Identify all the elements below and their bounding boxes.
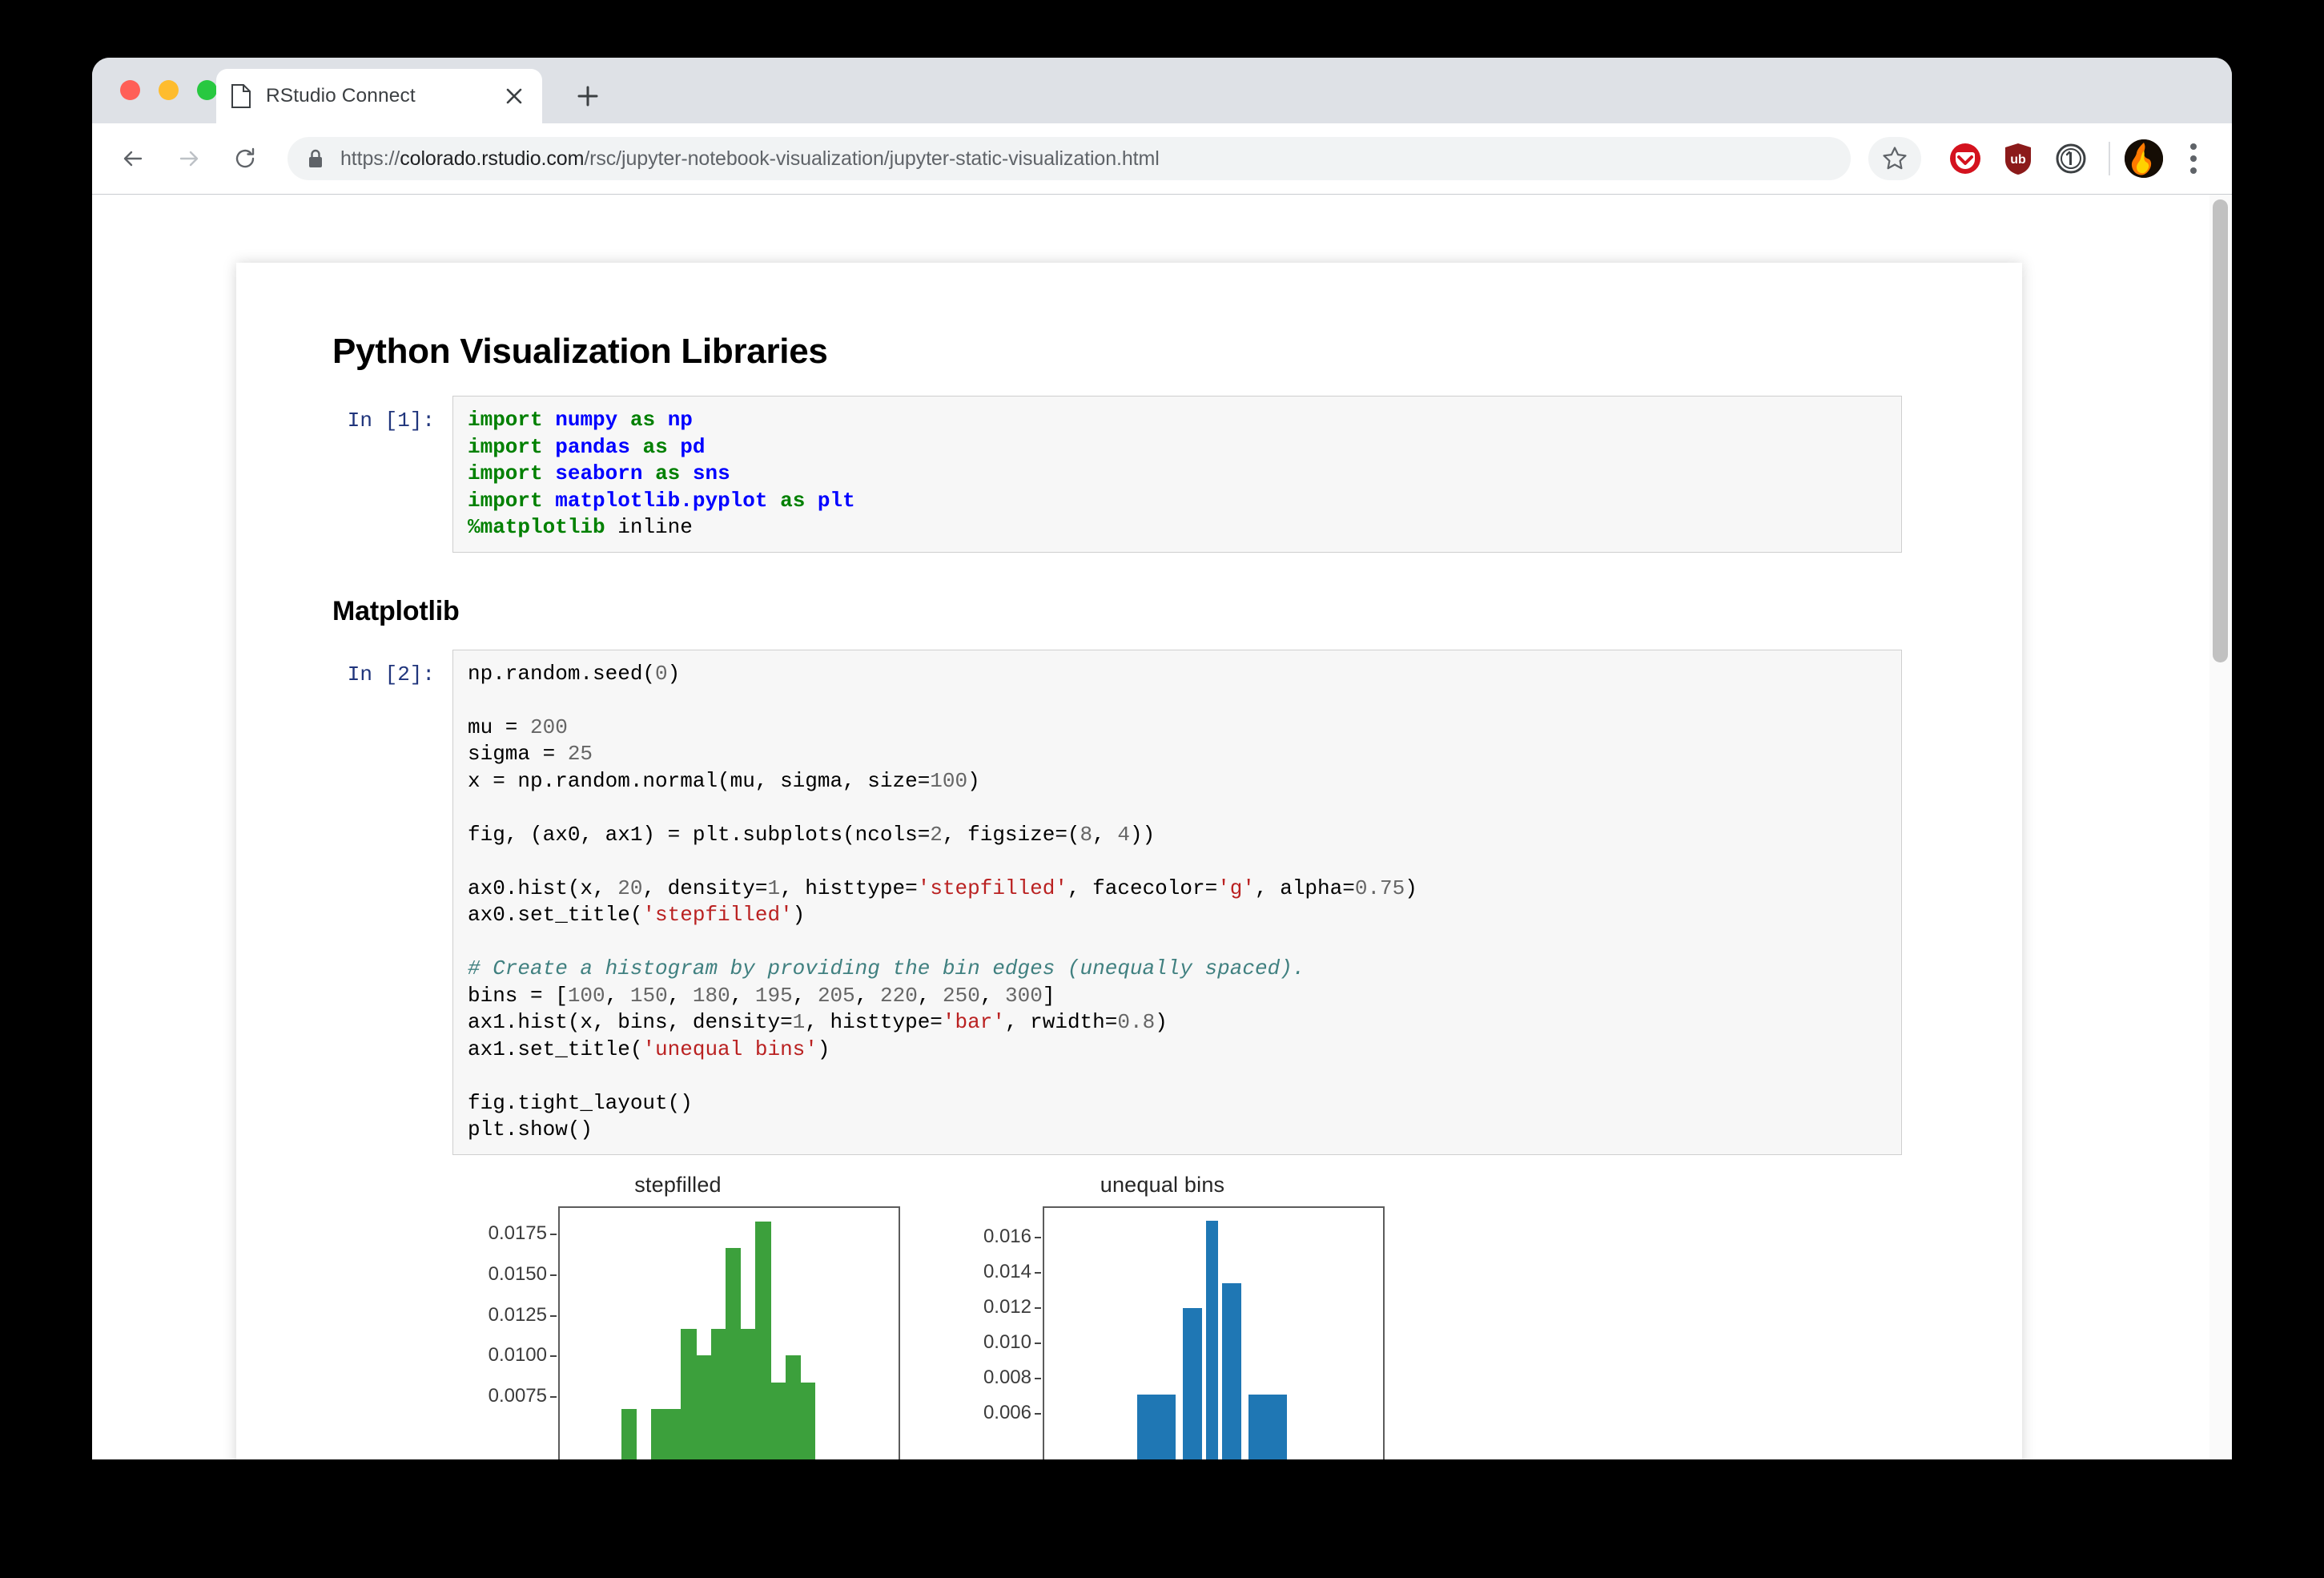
histogram-bar (681, 1328, 697, 1459)
url-path: /rsc/jupyter-notebook-visualization/jupy… (584, 147, 1160, 170)
notebook-container: Python Visualization Libraries In [1]: i… (236, 263, 2022, 1459)
histogram-bar (1182, 1307, 1202, 1459)
y-tick-label: 0.0175 (488, 1222, 557, 1245)
histogram-bar (740, 1328, 756, 1459)
page-scrollbar[interactable] (2209, 195, 2232, 1459)
code-text: np.random.seed(0) mu = 200 sigma = 25 x … (468, 661, 1417, 1142)
y-tick-label: 0.012 (983, 1295, 1042, 1318)
code-editor[interactable]: np.random.seed(0) mu = 200 sigma = 25 x … (452, 649, 1902, 1155)
histogram-bar (665, 1409, 682, 1459)
y-tick-label: 0.0075 (488, 1385, 557, 1407)
histogram-bar (710, 1328, 726, 1459)
url-scheme: https:// (340, 147, 400, 170)
code-cell-1: In [1]: import numpy as np import pandas… (332, 396, 1902, 553)
page-title: Python Visualization Libraries (332, 332, 828, 371)
plot-area (558, 1206, 900, 1459)
histogram-bar (800, 1383, 816, 1459)
code-cell-2: In [2]: np.random.seed(0) mu = 200 sigma… (332, 649, 1902, 1155)
bookmark-star-icon[interactable] (1868, 137, 1921, 180)
y-tick-label: 0.010 (983, 1330, 1042, 1353)
toolbar-divider (2109, 142, 2110, 175)
address-bar[interactable]: https://colorado.rstudio.com/rsc/jupyter… (287, 137, 1851, 180)
subplot-title: unequal bins (1100, 1172, 1225, 1197)
histogram-bar (621, 1409, 637, 1459)
y-tick-label: 0.0150 (488, 1262, 557, 1285)
histogram-bar (1205, 1220, 1219, 1459)
cell-output-figure: stepfilled 0.0075 0.0100 0.0125 0.0150 0.017… (332, 1172, 1902, 1460)
histogram-bar (651, 1409, 667, 1459)
subplot-title: stepfilled (634, 1172, 722, 1197)
section-heading-matplotlib: Matplotlib (332, 595, 460, 626)
matplotlib-figure: stepfilled 0.0075 0.0100 0.0125 0.0150 0.017… (452, 1172, 1385, 1460)
lock-icon (307, 148, 324, 169)
page-viewport: Python Visualization Libraries In [1]: i… (92, 195, 2232, 1459)
histogram-bar (1222, 1283, 1242, 1459)
back-button[interactable] (111, 137, 155, 180)
y-tick-label: 0.016 (983, 1225, 1042, 1247)
close-window-button[interactable] (120, 80, 140, 100)
chrome-menu-icon[interactable] (2176, 139, 2211, 179)
ublock-origin-icon[interactable]: ub (1998, 139, 2038, 179)
new-tab-button[interactable] (569, 77, 607, 115)
histogram-bar (1248, 1395, 1288, 1459)
histogram-bar (770, 1383, 786, 1459)
maximize-window-button[interactable] (197, 80, 217, 100)
tab-title: RStudio Connect (266, 85, 416, 107)
minimize-window-button[interactable] (159, 80, 179, 100)
histogram-bar (726, 1248, 742, 1459)
tab-strip: RStudio Connect (92, 58, 2232, 123)
histogram-bar (1136, 1395, 1176, 1459)
plot-area (1043, 1206, 1385, 1459)
browser-tab[interactable]: RStudio Connect (216, 69, 542, 123)
window-controls (120, 80, 217, 100)
reload-button[interactable] (223, 137, 267, 180)
url-text: https://colorado.rstudio.com/rsc/jupyter… (340, 147, 1160, 171)
profile-avatar[interactable] (2125, 139, 2163, 178)
page-icon (231, 84, 251, 108)
code-editor[interactable]: import numpy as np import pandas as pd i… (452, 396, 1902, 553)
url-host: colorado.rstudio.com (400, 147, 585, 170)
scrollbar-thumb[interactable] (2213, 199, 2228, 662)
y-tick-label: 0.014 (983, 1260, 1042, 1282)
onepassword-icon[interactable] (2051, 139, 2091, 179)
histogram-bar (785, 1355, 801, 1459)
pocket-extension-icon[interactable] (1945, 139, 1985, 179)
y-tick-label: 0.006 (983, 1401, 1042, 1423)
y-tick-label: 0.0125 (488, 1303, 557, 1326)
subplot-unequal-bins: unequal bins 0.006 0.008 0.010 0.012 0.014 0.… (940, 1172, 1385, 1460)
cell-prompt: In [1]: (347, 409, 435, 433)
browser-toolbar: https://colorado.rstudio.com/rsc/jupyter… (92, 123, 2232, 195)
y-axis-ticks: 0.0075 0.0100 0.0125 0.0150 0.0175 (456, 1206, 558, 1460)
y-axis-ticks: 0.006 0.008 0.010 0.012 0.014 0.016 (940, 1206, 1043, 1460)
toolbar-actions: ub (1868, 137, 2232, 180)
y-tick-label: 0.0100 (488, 1344, 557, 1367)
code-text: import numpy as np import pandas as pd i… (468, 408, 855, 539)
cell-prompt: In [2]: (347, 662, 435, 686)
svg-text:ub: ub (2010, 153, 2026, 167)
histogram-bar (696, 1355, 712, 1459)
subplot-stepfilled: stepfilled 0.0075 0.0100 0.0125 0.0150 0.017… (456, 1172, 900, 1460)
close-icon[interactable] (501, 83, 528, 110)
forward-button[interactable] (167, 137, 211, 180)
browser-window: RStudio Connect https://colorado.rstudio… (92, 58, 2232, 1459)
y-tick-label: 0.008 (983, 1366, 1042, 1388)
histogram-bar (755, 1222, 771, 1459)
